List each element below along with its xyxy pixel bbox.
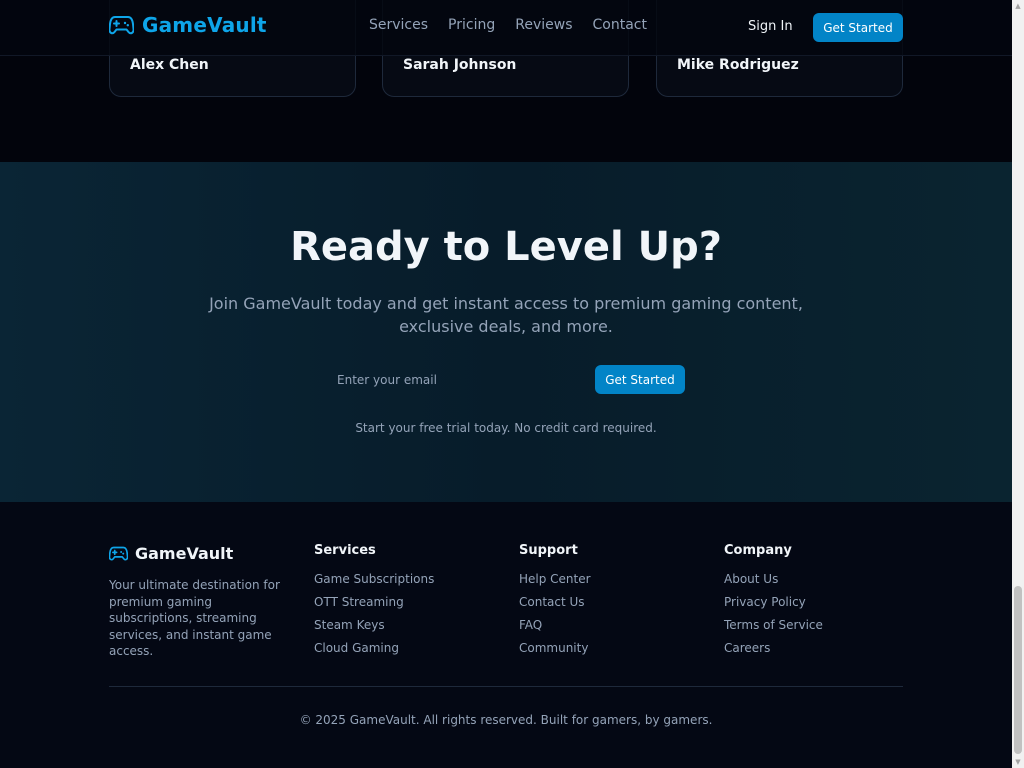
footer-link-ott-streaming[interactable]: OTT Streaming xyxy=(314,595,434,618)
footer-column-title: Services xyxy=(314,543,376,558)
free-trial-note: Start your free trial today. No credit c… xyxy=(355,421,657,435)
page-scrollbar[interactable]: ▲ ▼ xyxy=(1012,0,1024,768)
cta-get-started-button[interactable]: Get Started xyxy=(595,365,685,394)
primary-nav: Services Pricing Reviews Contact xyxy=(369,17,647,33)
footer-link-careers[interactable]: Careers xyxy=(724,641,823,664)
nav-link-pricing[interactable]: Pricing xyxy=(448,17,495,33)
footer-link-steam-keys[interactable]: Steam Keys xyxy=(314,618,434,641)
scroll-down-arrow-icon[interactable]: ▼ xyxy=(1012,756,1024,768)
scrollbar-thumb[interactable] xyxy=(1014,586,1022,754)
footer-link-community[interactable]: Community xyxy=(519,641,591,664)
footer-column-support: Support Help Center Contact Us FAQ Commu… xyxy=(519,543,591,664)
nav-link-services[interactable]: Services xyxy=(369,17,428,33)
cta-section: Ready to Level Up? Join GameVault today … xyxy=(0,162,1012,502)
footer-description: Your ultimate destination for premium ga… xyxy=(109,578,280,658)
footer-link-cloud-gaming[interactable]: Cloud Gaming xyxy=(314,641,434,664)
footer-link-contact-us[interactable]: Contact Us xyxy=(519,595,591,618)
scroll-up-arrow-icon[interactable]: ▲ xyxy=(1012,0,1024,12)
footer-column-services: Services Game Subscriptions OTT Streamin… xyxy=(314,543,434,664)
footer-column-company: Company About Us Privacy Policy Terms of… xyxy=(724,543,823,664)
copyright-text: © 2025 GameVault. All rights reserved. B… xyxy=(299,713,713,727)
brand-name: GameVault xyxy=(142,13,267,37)
footer-link-privacy-policy[interactable]: Privacy Policy xyxy=(724,595,823,618)
gamepad-icon xyxy=(109,546,128,561)
nav-link-reviews[interactable]: Reviews xyxy=(515,17,572,33)
testimonial-author: Mike Rodriguez xyxy=(677,57,799,73)
footer-column-title: Company xyxy=(724,543,792,558)
email-input[interactable] xyxy=(327,365,587,395)
footer-link-game-subscriptions[interactable]: Game Subscriptions xyxy=(314,572,434,595)
footer-link-help-center[interactable]: Help Center xyxy=(519,572,591,595)
testimonial-author: Alex Chen xyxy=(130,57,209,73)
footer: GameVault Your ultimate destination for … xyxy=(0,502,1012,768)
footer-link-about-us[interactable]: About Us xyxy=(724,572,823,595)
sign-in-link[interactable]: Sign In xyxy=(748,19,793,34)
nav-link-contact[interactable]: Contact xyxy=(593,17,647,33)
testimonial-author: Sarah Johnson xyxy=(403,57,517,73)
cta-subtitle: Join GameVault today and get instant acc… xyxy=(209,294,803,336)
footer-brand-name: GameVault xyxy=(135,544,234,563)
footer-divider xyxy=(109,686,903,687)
footer-brand: GameVault xyxy=(109,544,233,563)
get-started-button[interactable]: Get Started xyxy=(813,13,903,42)
brand-logo-link[interactable]: GameVault xyxy=(109,13,267,37)
cta-title: Ready to Level Up? xyxy=(290,224,722,270)
navbar: GameVault Services Pricing Reviews Conta… xyxy=(0,0,1012,56)
page: Alex Chen Sarah Johnson Mike Rodriguez G… xyxy=(0,0,1012,768)
footer-column-title: Support xyxy=(519,543,578,558)
gamepad-icon xyxy=(109,16,134,35)
footer-link-faq[interactable]: FAQ xyxy=(519,618,591,641)
footer-link-terms-of-service[interactable]: Terms of Service xyxy=(724,618,823,641)
